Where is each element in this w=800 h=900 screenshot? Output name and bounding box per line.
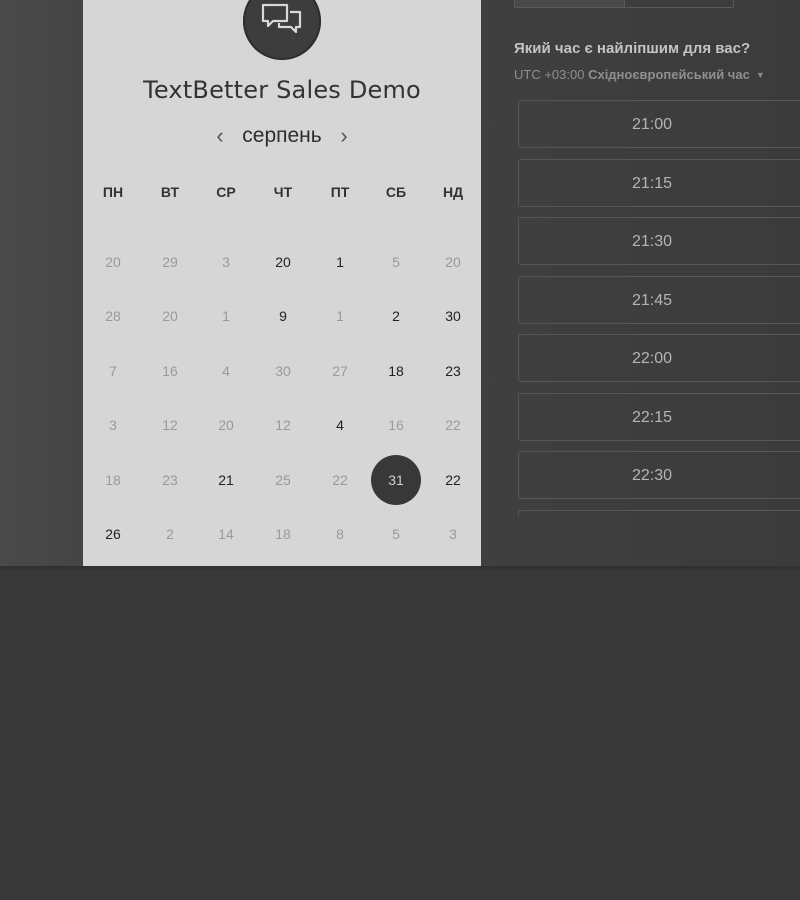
calendar-day: 3 (449, 526, 457, 542)
calendar-card: TextBetter Sales Demo ‹ серпень › ПН ВТ СР… (83, 0, 481, 566)
timezone-selector[interactable]: UTC +03:00 Східноєвропейський час ▼ (514, 67, 765, 82)
calendar-day: 20 (105, 254, 121, 270)
calendar-day[interactable]: 1 (315, 237, 365, 287)
calendar-day: 8 (336, 526, 344, 542)
calendar-day: 18 (275, 526, 291, 542)
month-label: серпень (242, 124, 322, 147)
weekday-label: ЧТ (273, 184, 293, 200)
calendar-day[interactable]: 30 (428, 291, 478, 341)
chat-logo-icon (243, 0, 321, 60)
calendar-day: 7 (109, 363, 117, 379)
view-toggle[interactable] (514, 0, 734, 8)
calendar-day: 5 (392, 254, 400, 270)
time-slot-button[interactable]: 21:15 (518, 158, 800, 207)
calendar-day[interactable]: 23 (428, 346, 478, 396)
selected-day[interactable]: 31 (371, 455, 421, 505)
calendar-day: 12 (275, 417, 291, 433)
weekday-label: ПН (102, 184, 124, 200)
time-slot-button[interactable]: 21:30 (518, 217, 800, 265)
calendar-day: 14 (218, 526, 234, 542)
calendar-day: 25 (275, 472, 291, 488)
calendar-day[interactable]: 26 (88, 509, 138, 559)
calendar-day: 22 (332, 472, 348, 488)
calendar-day: 20 (445, 254, 461, 270)
calendar-day[interactable]: 9 (258, 291, 308, 341)
weekday-label: ПТ (330, 184, 350, 200)
time-slot-button[interactable] (518, 509, 800, 516)
time-question: Який час є найліпшим для вас? (514, 40, 751, 57)
time-slot-button[interactable]: 22:15 (518, 392, 800, 441)
weekday-label: ВТ (160, 184, 180, 200)
time-slot-button[interactable]: 21:45 (518, 275, 800, 324)
calendar-day: 1 (222, 308, 230, 324)
calendar-day: 18 (105, 472, 121, 488)
view-toggle-option-2[interactable] (625, 0, 733, 7)
calendar-day: 28 (105, 308, 121, 324)
weekday-label: СР (216, 184, 236, 200)
timezone-name: Східноєвропейський час (588, 67, 750, 82)
calendar-day: 29 (162, 254, 178, 270)
calendar-day: 2 (166, 526, 174, 542)
calendar-day: 1 (336, 308, 344, 324)
calendar-day: 23 (162, 472, 178, 488)
calendar-day: 20 (218, 417, 234, 433)
calendar-day: 16 (388, 417, 404, 433)
calendar-day: 12 (162, 417, 178, 433)
weekday-label: СБ (385, 184, 407, 200)
calendar-day: 30 (275, 363, 291, 379)
calendar-day: 16 (162, 363, 178, 379)
calendar-day[interactable]: 20 (258, 237, 308, 287)
calendar-day: 22 (445, 417, 461, 433)
next-month-icon[interactable]: › (333, 122, 355, 152)
calendar-day[interactable]: 22 (428, 455, 478, 505)
calendar-day: 20 (162, 308, 178, 324)
time-slot-button[interactable]: 21:00 (518, 100, 800, 148)
view-toggle-option-1[interactable] (515, 0, 625, 7)
event-title: TextBetter Sales Demo (143, 76, 421, 104)
time-slot-button[interactable]: 22:30 (518, 451, 800, 499)
calendar-day[interactable]: 21 (201, 455, 251, 505)
calendar-day: 4 (222, 363, 230, 379)
weekday-label: НД (442, 184, 464, 200)
calendar-day: 5 (392, 526, 400, 542)
calendar-day: 27 (332, 363, 348, 379)
calendar-day[interactable]: 4 (315, 400, 365, 450)
time-slot-button[interactable]: 22:00 (518, 334, 800, 382)
calendar-day[interactable]: 18 (371, 346, 421, 396)
calendar-day: 3 (109, 417, 117, 433)
caret-down-icon: ▼ (755, 70, 765, 80)
timezone-offset: UTC +03:00 (514, 67, 585, 82)
month-navigation: ‹ серпень › (83, 122, 481, 152)
calendar-day: 3 (222, 254, 230, 270)
time-slot-list[interactable]: 21:00 21:15 21:30 21:45 22:00 22:15 22:30 (518, 100, 800, 516)
calendar-day[interactable]: 2 (371, 291, 421, 341)
